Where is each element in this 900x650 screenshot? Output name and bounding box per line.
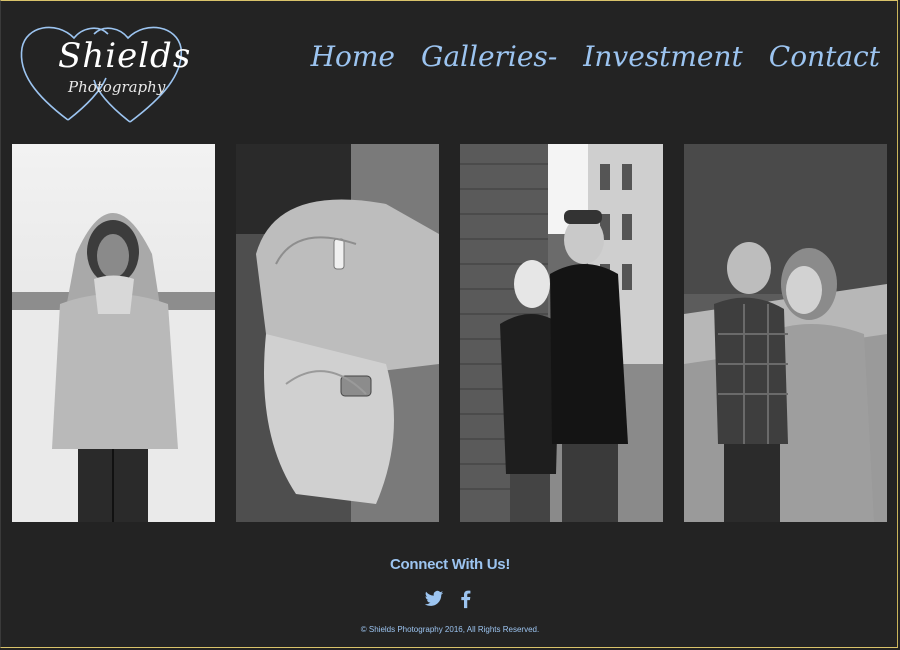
photo-mother-child-image bbox=[684, 144, 887, 522]
nav-investment[interactable]: Investment bbox=[583, 40, 743, 73]
logo-subtitle: Photography bbox=[68, 78, 166, 96]
photo-gallery bbox=[12, 144, 887, 522]
twitter-icon[interactable] bbox=[424, 588, 444, 610]
social-links bbox=[0, 588, 900, 610]
photo-rings-image bbox=[236, 144, 439, 522]
nav-home[interactable]: Home bbox=[311, 40, 395, 73]
facebook-icon[interactable] bbox=[456, 588, 476, 610]
logo-title: Shields bbox=[58, 36, 192, 76]
site-logo[interactable]: Shields Photography bbox=[16, 18, 190, 126]
main-nav: Home Galleries- Investment Contact bbox=[311, 40, 880, 73]
photo-hoodie-girl-image bbox=[12, 144, 215, 522]
nav-galleries-label: Galleries bbox=[420, 40, 548, 73]
nav-galleries-dropdown-indicator: - bbox=[547, 40, 558, 73]
gallery-photo-rings[interactable] bbox=[236, 144, 439, 522]
gallery-photo-mother-child[interactable] bbox=[684, 144, 887, 522]
photo-couple-image bbox=[460, 144, 663, 522]
nav-contact[interactable]: Contact bbox=[769, 40, 880, 73]
copyright-text: © Shields Photography 2016, All Rights R… bbox=[360, 625, 540, 634]
gallery-photo-hoodie-girl[interactable] bbox=[12, 144, 215, 522]
connect-heading: Connect With Us! bbox=[389, 556, 511, 573]
nav-galleries[interactable]: Galleries- bbox=[421, 40, 557, 73]
gallery-photo-couple[interactable] bbox=[460, 144, 663, 522]
